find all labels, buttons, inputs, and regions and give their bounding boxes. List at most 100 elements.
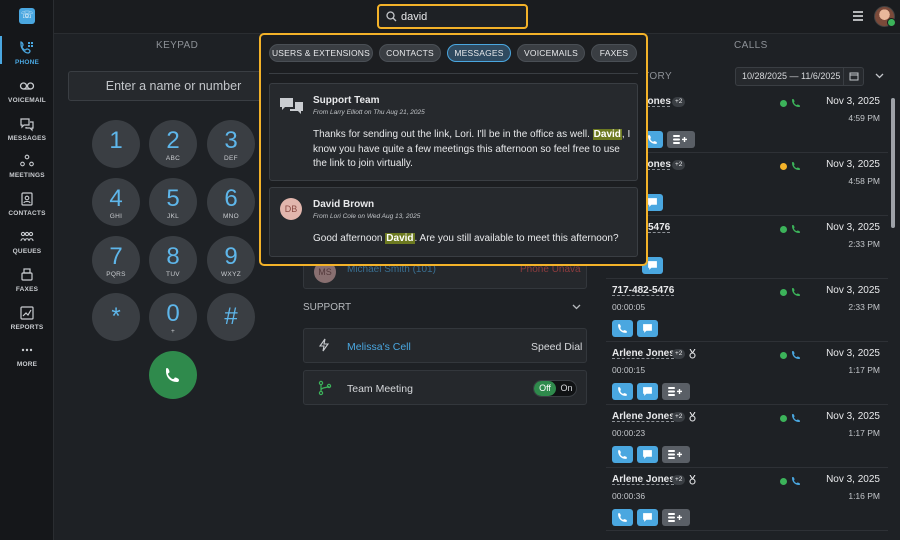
add-to-list-button[interactable] [662,509,690,526]
key-7[interactable]: 7 PQRS [92,236,140,284]
call-date: Nov 3, 2025 [826,159,880,170]
date-range-value: 10/28/2025 — 11/6/2025 [742,71,841,81]
key-6[interactable]: 6 MNO [207,178,255,226]
nav-label: CONTACTS [8,210,46,217]
key-1[interactable]: 1 [92,120,140,168]
date-range-picker[interactable]: 10/28/2025 — 11/6/2025 [735,67,864,86]
key-2[interactable]: 2 ABC [149,120,197,168]
nav-messages[interactable]: MESSAGES [0,116,54,142]
nav-label: MESSAGES [7,135,47,142]
search-highlight: David [385,233,415,244]
key-hash[interactable]: # [207,293,255,341]
key-0[interactable]: 0 + [149,293,197,341]
caller-number[interactable]: 717-482-5476 [612,285,674,296]
inbound-call-icon [792,99,800,107]
result-body: Thanks for sending out the link, Lori. I… [313,128,633,172]
call-history-row[interactable]: Arlene Jones +2 00:00:23 Nov 3, 2025 1:1… [606,405,888,468]
add-to-list-button[interactable] [662,446,690,463]
tab-voicemails[interactable]: VOICEMAILS [517,44,585,62]
key-digit: 5 [166,185,180,212]
nav-rail: ☏ PHONE VOICEMAIL MESSAGES MEETINGS CONT… [0,0,54,540]
add-to-list-button[interactable] [667,131,695,148]
callback-button[interactable] [612,446,633,463]
result-body: Good afternoon David. Are you still avai… [313,232,633,247]
call-duration: 00:00:23 [612,428,646,438]
call-history-row[interactable]: 717-482-5476 00:00:05 Nov 3, 2025 2:33 P… [606,279,888,342]
nav-faxes[interactable]: FAXES [0,267,54,293]
chevron-down-icon[interactable] [572,304,581,310]
chevron-down-icon[interactable] [875,73,884,79]
lightning-icon [318,338,330,352]
nav-reports[interactable]: REPORTS [0,305,54,331]
global-search[interactable] [377,4,528,29]
tab-messages[interactable]: MESSAGES [447,44,511,62]
message-result[interactable]: DB David Brown From Lori Cole on Wed Aug… [269,187,638,257]
nav-voicemail[interactable]: VOICEMAIL [0,78,54,104]
team-meeting-toggle[interactable]: Off On [533,380,577,397]
call-date: Nov 3, 2025 [826,222,880,233]
tab-faxes[interactable]: FAXES [591,44,637,62]
key-digit: 2 [166,127,180,154]
outbound-call-icon [792,351,800,359]
medal-icon [689,475,696,485]
message-button[interactable] [637,320,658,337]
user-avatar[interactable] [874,6,896,27]
hamburger-menu-icon[interactable] [851,9,865,23]
callback-button[interactable] [612,320,633,337]
caller-name[interactable]: Arlene Jones [612,474,675,485]
call-time: 1:17 PM [848,428,880,438]
key-digit: 6 [224,185,238,212]
nav-meetings[interactable]: MEETINGS [0,153,54,179]
tab-users-extensions[interactable]: USERS & EXTENSIONS [269,44,373,62]
call-history-row[interactable]: 5476 Nov 3, 2025 2:33 PM [606,216,888,279]
key-3[interactable]: 3 DEF [207,120,255,168]
app-window: ☏ PHONE VOICEMAIL MESSAGES MEETINGS CONT… [0,0,900,540]
nav-phone[interactable]: PHONE [0,36,54,66]
key-5[interactable]: 5 JKL [149,178,197,226]
key-star[interactable]: * [92,293,140,341]
nav-label: QUEUES [12,248,42,255]
key-4[interactable]: 4 GHI [92,178,140,226]
stack-plus-icon [673,135,687,144]
more-dots-icon [21,348,33,352]
nav-contacts[interactable]: CONTACTS [0,191,54,217]
search-icon [386,11,397,22]
call-history-row[interactable]: Arlene Jones +2 00:00:15 Nov 3, 2025 1:1… [606,342,888,405]
calls-title: CALLS [734,40,768,51]
participants-badge: +2 [672,349,686,359]
caller-name[interactable]: Arlene Jones [612,411,675,422]
message-button[interactable] [637,446,658,463]
call-history-row[interactable]: Jones +2 Nov 3, 2025 4:59 PM [606,90,888,153]
nav-queues[interactable]: QUEUES [0,229,54,255]
search-input[interactable] [401,9,521,25]
message-result[interactable]: Support Team From Larry Elliott on Thu A… [269,83,638,181]
nav-more[interactable]: MORE [0,342,54,368]
call-history-list: Jones +2 Nov 3, 2025 4:59 PM Jones +2 No… [606,90,888,540]
caller-name[interactable]: Arlene Jones [612,348,675,359]
speed-dial-name[interactable]: Melissa's Cell [347,341,411,353]
calendar-button[interactable] [843,68,863,85]
support-group-title: SUPPORT [303,302,352,313]
phone-icon [648,135,657,144]
message-button[interactable] [637,383,658,400]
key-digit: * [111,303,121,330]
stack-plus-icon [668,450,682,459]
scrollbar-thumb[interactable] [891,98,895,228]
status-dot [780,226,787,233]
status-dot [780,289,787,296]
message-button[interactable] [637,509,658,526]
key-8[interactable]: 8 TUV [149,236,197,284]
status-dot [780,100,787,107]
add-to-list-button[interactable] [662,383,690,400]
tab-contacts[interactable]: CONTACTS [379,44,441,62]
caller-number[interactable]: 5476 [648,222,670,233]
call-list-scrollbar[interactable] [890,90,896,530]
meetings-icon [20,154,34,167]
call-history-row[interactable]: Arlene Jones +2 00:00:36 Nov 3, 2025 1:1… [606,468,888,531]
callback-button[interactable] [612,383,633,400]
key-9[interactable]: 9 WXYZ [207,236,255,284]
dial-input[interactable] [68,71,279,101]
call-button[interactable] [149,351,197,399]
callback-button[interactable] [612,509,633,526]
call-history-row[interactable]: Jones +2 Nov 3, 2025 4:58 PM [606,153,888,216]
